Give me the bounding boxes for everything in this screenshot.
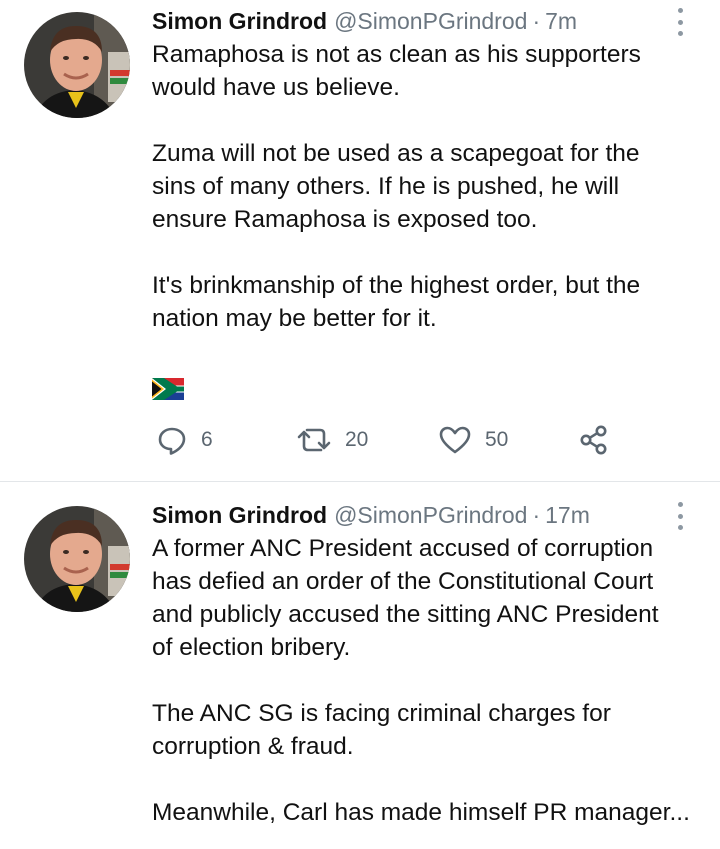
tweet[interactable]: Simon Grindrod @SimonPGrindrod · 17m A f… [0, 482, 720, 849]
reply-button[interactable]: 6 [156, 420, 213, 460]
timestamp[interactable]: 17m [545, 502, 590, 529]
author-name[interactable]: Simon Grindrod [152, 502, 327, 529]
text-line: of election bribery. [152, 634, 351, 661]
retweet-count: 20 [345, 428, 369, 451]
text-line: A former ANC President accused of corrup… [152, 535, 654, 562]
avatar[interactable] [24, 12, 130, 118]
author-name[interactable]: Simon Grindrod [152, 8, 327, 35]
separator: · [532, 7, 541, 34]
text-line: It's brinkmanship of the highest order, … [152, 272, 641, 299]
text-line: would have us believe. [152, 74, 400, 101]
more-vertical-icon[interactable] [674, 502, 686, 530]
more-vertical-icon[interactable] [674, 8, 686, 36]
author-handle[interactable]: @SimonPGrindrod [334, 502, 527, 529]
text-line: Meanwhile, Carl has made himself PR mana… [152, 799, 690, 826]
separator: · [532, 501, 541, 528]
like-count: 50 [485, 428, 509, 451]
text-line: corruption & fraud. [152, 733, 354, 760]
text-line: Ramaphosa is not as clean as his support… [152, 41, 641, 68]
retweet-icon [297, 428, 331, 452]
tweet-text: Ramaphosa is not as clean as his support… [152, 38, 702, 400]
tweet-text: A former ANC President accused of corrup… [152, 532, 702, 829]
south-africa-flag-emoji [152, 378, 184, 400]
text-line: The ANC SG is facing criminal charges fo… [152, 700, 611, 727]
retweet-button[interactable]: 20 [296, 420, 368, 460]
heart-icon [439, 426, 471, 454]
like-button[interactable]: 50 [438, 420, 508, 460]
text-line: has defied an order of the Constitutiona… [152, 568, 654, 595]
author-handle[interactable]: @SimonPGrindrod [334, 8, 527, 35]
avatar[interactable] [24, 506, 130, 612]
share-icon [580, 425, 607, 455]
text-line: ensure Ramaphosa is exposed too. [152, 206, 538, 233]
text-line: nation may be better for it. [152, 305, 437, 332]
tweet[interactable]: Simon Grindrod @SimonPGrindrod · 7m Rama… [0, 0, 720, 481]
tweet-actions: 6 20 50 [152, 420, 672, 460]
share-button[interactable] [578, 420, 610, 460]
text-line: Zuma will not be used as a scapegoat for… [152, 140, 640, 167]
reply-count: 6 [201, 428, 213, 451]
reply-icon [158, 427, 186, 455]
timestamp[interactable]: 7m [545, 8, 577, 35]
text-line: and publicly accused the sitting ANC Pre… [152, 601, 659, 628]
tweet-header: Simon Grindrod @SimonPGrindrod · 17m [152, 498, 590, 532]
tweet-header: Simon Grindrod @SimonPGrindrod · 7m [152, 4, 577, 38]
text-line: sins of many others. If he is pushed, he… [152, 173, 620, 200]
